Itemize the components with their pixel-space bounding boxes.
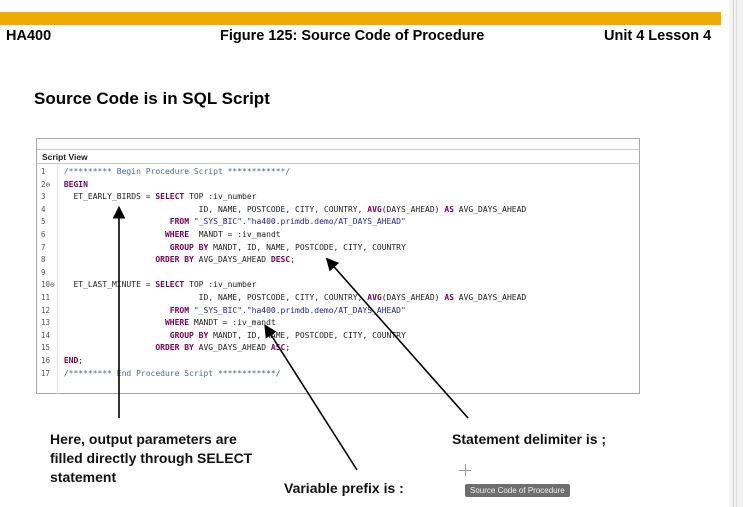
callout-statement-delimiter: Statement delimiter is ; xyxy=(452,431,607,447)
callout-output-params: Here, output parameters are filled direc… xyxy=(50,431,253,485)
move-cursor-icon xyxy=(459,464,471,476)
arrow-statement-delimiter xyxy=(325,257,469,419)
tooltip: Source Code of Procedure xyxy=(465,484,570,497)
arrow-variable-prefix xyxy=(264,324,358,471)
callout-variable-prefix: Variable prefix is : xyxy=(284,480,404,496)
